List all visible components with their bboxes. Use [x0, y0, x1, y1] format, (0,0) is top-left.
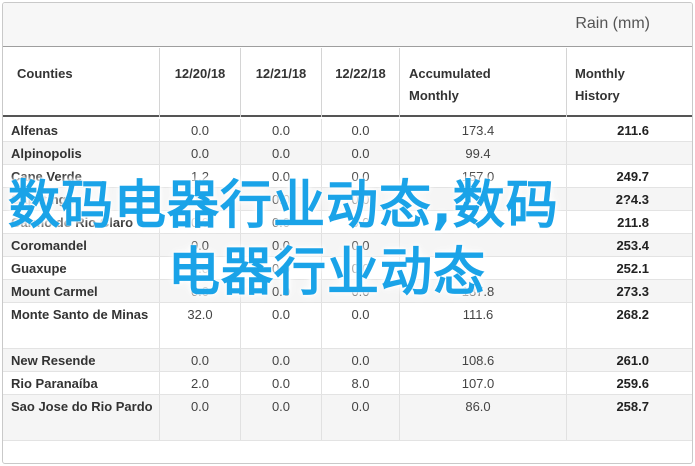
rain-12-22: 0.0 — [321, 119, 399, 141]
monthly-history-value: 273.3 — [566, 280, 692, 302]
rain-12-21: 0.0 — [240, 303, 321, 348]
rain-12-22: 0.0 — [321, 165, 399, 187]
rain-12-20: 32.0 — [159, 303, 240, 348]
rain-12-22: 8.0 — [321, 372, 399, 394]
monthly-history-value: 252.1 — [566, 257, 692, 279]
table-row: Alfenas 0.0 0.0 0.0 173.4 211.6 — [3, 119, 692, 142]
rain-12-22: 0.0 — [321, 349, 399, 371]
accumulated-monthly-value: 173.4 — [399, 119, 566, 141]
rain-12-20: 0.0 — [159, 119, 240, 141]
rain-12-21: 0.0 — [240, 349, 321, 371]
rain-12-22: 0.0 — [321, 303, 399, 348]
accumulated-monthly-value — [399, 234, 566, 256]
accumulated-monthly-value: 187.8 — [399, 280, 566, 302]
rain-12-20: 0.2 — [159, 188, 240, 210]
monthly-history-value: 253.4 — [566, 234, 692, 256]
county-name: Rio Paranaíba — [11, 376, 98, 391]
rain-12-20: 0.0 — [159, 142, 240, 164]
table-title: Rain (mm) — [575, 15, 650, 32]
rain-12-21: 0.0 — [240, 165, 321, 187]
county-name: Sao Jose do Rio Pardo — [11, 399, 153, 414]
accumulated-monthly-value: 99.4 — [399, 142, 566, 164]
monthly-history-value — [566, 142, 692, 164]
county-name: Mount Carmel — [11, 284, 98, 299]
header-date-2: 12/21/18 — [240, 48, 321, 117]
monthly-history-value: 249.7 — [566, 165, 692, 187]
rain-12-21: 0.0 — [240, 280, 321, 302]
rain-12-20: 0.0 — [159, 234, 240, 256]
rain-12-21: 0.0 — [240, 372, 321, 394]
monthly-history-value: 258.7 — [566, 395, 692, 440]
monthly-history-value: 211.8 — [566, 211, 692, 233]
table-row: Mount Carmel 0.0 0.0 0.0 187.8 273.3 — [3, 280, 692, 303]
rain-12-22: 0.0 — [321, 142, 399, 164]
rain-12-22: 0.0 — [321, 234, 399, 256]
rain-12-20: 0.0 — [159, 257, 240, 279]
table-row: Coromandel 0.0 0.0 0.0 253.4 — [3, 234, 692, 257]
table-row: Cape Verde 1.2 0.0 0.0 157.0 249.7 — [3, 165, 692, 188]
accumulated-monthly-value — [399, 211, 566, 233]
accumulated-monthly-value: 111.6 — [399, 303, 566, 348]
accumulated-monthly-value: 107.0 — [399, 372, 566, 394]
header-date-1: 12/20/18 — [159, 48, 240, 117]
table-row: Carmo do Rio Claro 0.0 0.0 0.0 211.8 — [3, 211, 692, 234]
monthly-history-value: 259.6 — [566, 372, 692, 394]
rain-12-21: 0.0 — [240, 257, 321, 279]
accumulated-monthly-value: 157.0 — [399, 165, 566, 187]
header-date-3: 12/22/18 — [321, 48, 399, 117]
rain-12-22: 0.0 — [321, 211, 399, 233]
county-name: Capetinga — [11, 192, 74, 207]
rain-12-22: 0.0 — [321, 257, 399, 279]
rain-12-20: 0.0 — [159, 395, 240, 440]
rain-12-20: 1.2 — [159, 165, 240, 187]
rain-12-20: 0.0 — [159, 349, 240, 371]
table-row: New Resende 0.0 0.0 0.0 108.6 261.0 — [3, 349, 692, 372]
table-row: Guaxupe 0.0 0.0 0.0 252.1 — [3, 257, 692, 280]
rain-12-20: 0.0 — [159, 280, 240, 302]
monthly-history-value: 268.2 — [566, 303, 692, 348]
accumulated-monthly-value: 86.0 — [399, 395, 566, 440]
table-row: Monte Santo de Minas 32.0 0.0 0.0 111.6 268.2 — [3, 303, 692, 349]
county-name: Alfenas — [11, 123, 58, 138]
county-name: Guaxupe — [11, 261, 67, 276]
header-accumulated-monthly: Accumulated Monthly — [399, 48, 566, 117]
monthly-history-value: 211.6 — [566, 119, 692, 141]
accumulated-monthly-value: 108.6 — [399, 349, 566, 371]
rain-12-20: 0.0 — [159, 211, 240, 233]
rain-12-21: 0.0 — [240, 188, 321, 210]
accumulated-monthly-value — [399, 188, 566, 210]
rain-12-21: 0.0 — [240, 211, 321, 233]
rain-12-22: 0.0 — [321, 395, 399, 440]
table-row: Rio Paranaíba 2.0 0.0 8.0 107.0 259.6 — [3, 372, 692, 395]
header-monthly-history: Monthly History — [566, 48, 692, 117]
table-header-row: Counties 12/20/18 12/21/18 12/22/18 Accu… — [3, 48, 692, 117]
rain-12-22: 0.0 — [321, 280, 399, 302]
table-row: Alpinopolis 0.0 0.0 0.0 99.4 — [3, 142, 692, 165]
county-name: Alpinopolis — [11, 146, 82, 161]
rain-12-21: 0.0 — [240, 119, 321, 141]
table-row: Capetinga 0.2 0.0 0.0 2?4.3 — [3, 188, 692, 211]
rain-12-21: 0.0 — [240, 142, 321, 164]
monthly-history-value: 2?4.3 — [566, 188, 692, 210]
table-row: Sao Jose do Rio Pardo 0.0 0.0 0.0 86.0 258.7 — [3, 395, 692, 441]
rain-12-22: 0.0 — [321, 188, 399, 210]
monthly-history-value: 261.0 — [566, 349, 692, 371]
county-name: New Resende — [11, 353, 96, 368]
county-name: Coromandel — [11, 238, 87, 253]
header-counties: Counties — [17, 66, 73, 81]
county-name: Carmo do Rio Claro — [11, 215, 134, 230]
accumulated-monthly-value — [399, 257, 566, 279]
table-body: Alfenas 0.0 0.0 0.0 173.4 211.6 Alpinopolis 0.0… — [3, 119, 692, 441]
table-title-bar: Rain (mm) — [3, 3, 692, 47]
county-name: Monte Santo de Minas — [11, 307, 149, 322]
county-name: Cape Verde — [11, 169, 82, 184]
rain-12-21: 0.0 — [240, 234, 321, 256]
rain-table-panel: Rain (mm) Counties 12/20/18 12/21/18 12/… — [2, 2, 693, 464]
rain-12-20: 2.0 — [159, 372, 240, 394]
rain-12-21: 0.0 — [240, 395, 321, 440]
